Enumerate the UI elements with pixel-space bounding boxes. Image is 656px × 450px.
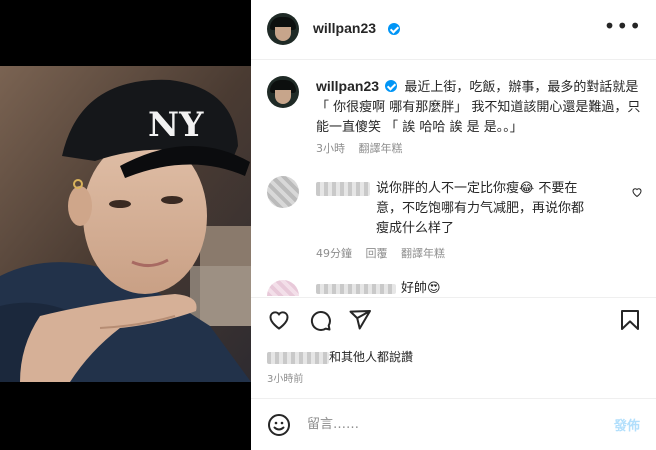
caption-author-avatar[interactable] [267,76,299,108]
share-icon[interactable] [348,308,372,336]
comment-reply-button[interactable]: 回覆 [366,247,388,260]
comment-input[interactable] [307,411,587,437]
comment-text: 说你胖的人不一定比你瘦😂 不要在意，不吃饱哪有力气减肥，再说你都瘦成什么样了 [376,181,585,236]
comment-like-heart-icon[interactable] [631,186,643,201]
commenter-username-redacted[interactable] [316,182,370,196]
selfie-image: NY [0,66,251,382]
bookmark-icon[interactable] [618,308,642,336]
comment-text: 好帥😍 [401,281,441,296]
post-caption: willpan23 最近上街，吃飯，辦事，最多的對話就是 「 你很瘦啊 哪有那麼… [316,76,641,138]
emoji-icon[interactable] [267,413,291,437]
comment-meta: 49分鐘 回覆 翻譯年糕 [316,245,455,261]
post-header: willpan23 ••• [251,0,656,60]
see-translation-link[interactable]: 翻譯年糕 [359,142,403,155]
author-avatar[interactable] [267,13,299,45]
caption-username[interactable]: willpan23 [316,78,379,94]
svg-text:NY: NY [148,105,204,145]
likes-summary[interactable]: 和其他人都說讚 [267,348,413,365]
verified-badge-icon [385,80,398,92]
comment-see-translation[interactable]: 翻譯年糕 [401,247,445,260]
likes-text: 和其他人都說讚 [329,350,414,364]
caption-meta: 3小時 翻譯年糕 [316,140,413,156]
post-photo[interactable]: NY [0,66,251,382]
comment-icon[interactable] [308,308,332,336]
post-detail-panel: willpan23 ••• willpan23 最近上街，吃飯，辦事，最多的對話… [251,0,656,450]
post-comment-button[interactable]: 發佈 [614,415,640,434]
commenter-avatar[interactable] [267,176,299,208]
verified-badge-icon [388,23,400,35]
post-actions [251,297,656,341]
commenter-avatar[interactable] [267,280,299,296]
commenter-username-redacted[interactable] [316,284,396,294]
comment-bar: 發佈 [251,398,656,450]
more-options-icon[interactable]: ••• [604,14,642,38]
post-timestamp[interactable]: 3小時前 [267,370,303,385]
liker-username-redacted[interactable] [267,351,329,364]
heart-icon[interactable] [267,308,291,336]
post-media: NY [0,0,251,450]
comment-time[interactable]: 49分鐘 [316,247,352,260]
author-username[interactable]: willpan23 [313,20,376,36]
caption-time[interactable]: 3小時 [316,142,345,155]
